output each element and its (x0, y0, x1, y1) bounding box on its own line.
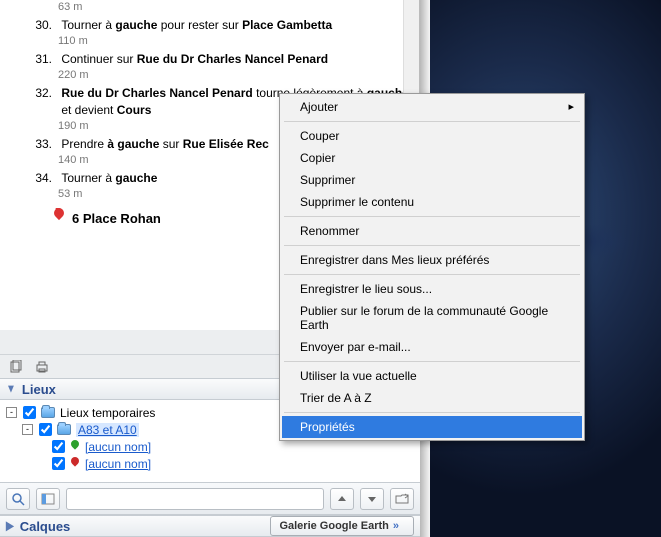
chevron-right-icon (6, 519, 14, 532)
tree-label[interactable]: [aucun nom] (85, 457, 151, 471)
tree-checkbox[interactable] (23, 406, 36, 419)
up-button[interactable] (330, 488, 354, 510)
tree-checkbox[interactable] (39, 423, 52, 436)
context-menu: Ajouter Couper Copier Supprimer Supprime… (279, 93, 585, 441)
tree-checkbox[interactable] (52, 457, 65, 470)
tree-label: Lieux temporaires (60, 406, 155, 420)
ctx-email[interactable]: Envoyer par e-mail... (282, 336, 582, 358)
places-search-toolbar (0, 482, 420, 515)
separator (284, 245, 580, 246)
ctx-save-as[interactable]: Enregistrer le lieu sous... (282, 278, 582, 300)
places-search-input[interactable] (66, 488, 324, 510)
separator (284, 121, 580, 122)
ctx-rename[interactable]: Renommer (282, 220, 582, 242)
separator (284, 412, 580, 413)
tree-checkbox[interactable] (52, 440, 65, 453)
copy-directions-icon[interactable] (8, 359, 24, 375)
down-button[interactable] (360, 488, 384, 510)
ctx-save-myplaces[interactable]: Enregistrer dans Mes lieux préférés (282, 249, 582, 271)
tree-label-selected[interactable]: A83 et A10 (76, 423, 139, 437)
direction-step[interactable]: 30. Tourner à gauche pour rester sur Pla… (28, 17, 413, 33)
distance-label: 63 m (58, 1, 413, 13)
placemark-green-icon (70, 440, 80, 454)
ctx-delete-contents[interactable]: Supprimer le contenu (282, 191, 582, 213)
places-header-label: Lieux (22, 382, 56, 397)
destination-pin-b-icon (52, 208, 66, 228)
ctx-copy[interactable]: Copier (282, 147, 582, 169)
chevrons-right-icon: » (393, 520, 397, 532)
panel-toggle-button[interactable] (36, 488, 60, 510)
layers-header-label: Calques (20, 519, 71, 534)
ctx-delete[interactable]: Supprimer (282, 169, 582, 191)
ctx-properties[interactable]: Propriétés (282, 416, 582, 438)
chevron-down-icon (6, 382, 16, 395)
tree-row-placemark[interactable]: [aucun nom] (6, 455, 414, 472)
print-directions-icon[interactable] (34, 359, 50, 375)
search-button[interactable] (6, 488, 30, 510)
distance-label: 110 m (58, 35, 413, 47)
tree-label[interactable]: [aucun nom] (85, 440, 151, 454)
separator (284, 274, 580, 275)
folder-icon (41, 407, 55, 418)
separator (284, 361, 580, 362)
folder-icon (57, 424, 71, 435)
gallery-button[interactable]: Galerie Google Earth » (270, 516, 414, 536)
ctx-use-current-view[interactable]: Utiliser la vue actuelle (282, 365, 582, 387)
placemark-red-icon (70, 457, 80, 471)
tree-collapse-icon[interactable]: - (6, 407, 17, 418)
separator (284, 216, 580, 217)
ctx-sort-az[interactable]: Trier de A à Z (282, 387, 582, 409)
distance-label: 220 m (58, 69, 413, 81)
folder-options-button[interactable] (390, 488, 414, 510)
ctx-add[interactable]: Ajouter (282, 96, 582, 118)
ctx-publish[interactable]: Publier sur le forum de la communauté Go… (282, 300, 582, 336)
direction-step[interactable]: 31. Continuer sur Rue du Dr Charles Nanc… (28, 51, 413, 67)
ctx-cut[interactable]: Couper (282, 125, 582, 147)
layers-section-header[interactable]: Calques Galerie Google Earth » (0, 515, 420, 537)
tree-collapse-icon[interactable]: - (22, 424, 33, 435)
